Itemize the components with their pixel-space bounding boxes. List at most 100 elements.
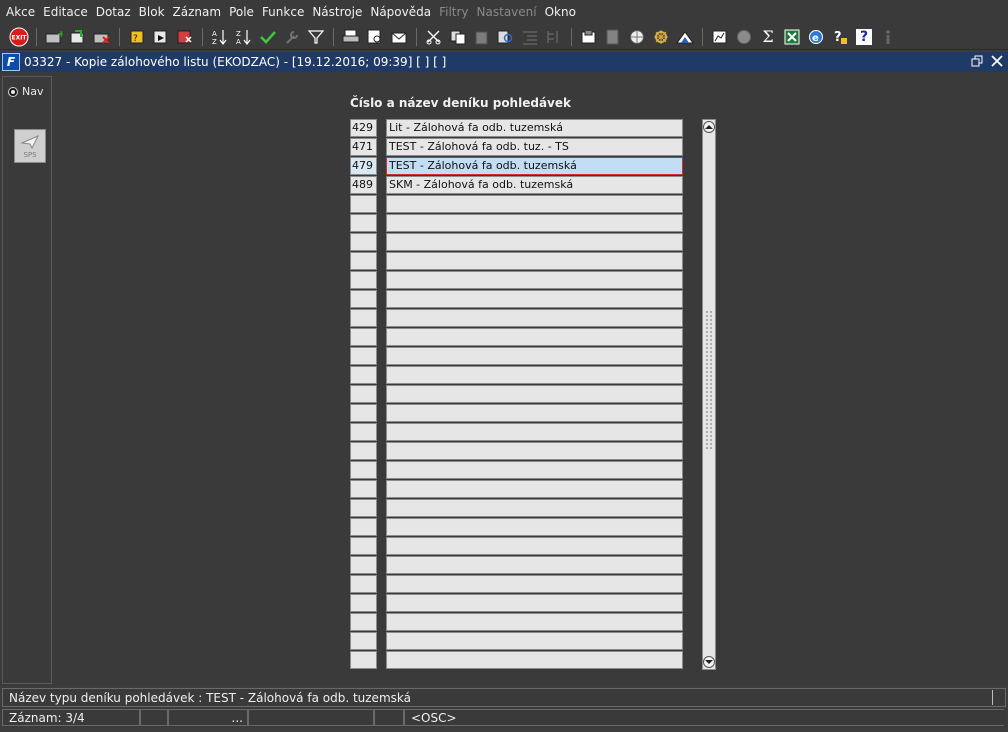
journal-name-field[interactable] — [386, 575, 683, 593]
vertical-scrollbar[interactable] — [702, 119, 716, 670]
menu-item[interactable]: Nastavení — [475, 5, 543, 19]
journal-name-field[interactable]: SKM - Zálohová fa odb. tuzemská — [386, 176, 683, 194]
mail-icon[interactable] — [388, 26, 410, 48]
table-row[interactable] — [350, 556, 684, 574]
journal-number-field[interactable] — [350, 214, 377, 232]
journal-number-field[interactable] — [350, 328, 377, 346]
journal-number-field[interactable]: 429 — [350, 119, 377, 137]
radio-selected-icon[interactable] — [8, 86, 18, 97]
clock-icon[interactable] — [733, 26, 755, 48]
table-row[interactable] — [350, 347, 684, 365]
pyramid-icon[interactable] — [674, 26, 696, 48]
journal-number-field[interactable] — [350, 575, 377, 593]
journal-name-field[interactable] — [386, 423, 683, 441]
table-row[interactable] — [350, 518, 684, 536]
journal-number-field[interactable] — [350, 594, 377, 612]
tree-icon[interactable] — [543, 26, 565, 48]
print-preview-icon[interactable] — [364, 26, 386, 48]
journal-name-field[interactable] — [386, 632, 683, 650]
menu-item[interactable]: Pole — [227, 5, 260, 19]
journal-number-field[interactable]: 489 — [350, 176, 377, 194]
table-row[interactable] — [350, 651, 684, 669]
help-icon[interactable]: ? — [853, 26, 875, 48]
table-row[interactable] — [350, 214, 684, 232]
table-row[interactable] — [350, 233, 684, 251]
attachment-icon[interactable] — [578, 26, 600, 48]
journal-number-field[interactable]: 471 — [350, 138, 377, 156]
journal-number-field[interactable] — [350, 271, 377, 289]
menu-item[interactable]: Okno — [543, 5, 582, 19]
journal-number-field[interactable] — [350, 385, 377, 403]
journal-number-field[interactable] — [350, 499, 377, 517]
journal-name-field[interactable] — [386, 309, 683, 327]
journal-number-field[interactable] — [350, 423, 377, 441]
close-icon[interactable] — [990, 53, 1004, 69]
table-row[interactable] — [350, 461, 684, 479]
table-row[interactable]: 479 TEST - Zálohová fa odb. tuzemská — [350, 157, 684, 175]
table-row[interactable] — [350, 366, 684, 384]
menu-item[interactable]: Nástroje — [310, 5, 368, 19]
table-row[interactable] — [350, 594, 684, 612]
table-row[interactable] — [350, 575, 684, 593]
journal-number-field[interactable] — [350, 632, 377, 650]
table-row[interactable] — [350, 309, 684, 327]
journal-name-field[interactable] — [386, 290, 683, 308]
table-row[interactable] — [350, 613, 684, 631]
journal-number-field[interactable] — [350, 195, 377, 213]
journal-number-field[interactable] — [350, 404, 377, 422]
journal-name-field[interactable] — [386, 385, 683, 403]
table-row[interactable] — [350, 480, 684, 498]
excel-icon[interactable] — [781, 26, 803, 48]
table-row[interactable] — [350, 271, 684, 289]
document-icon[interactable] — [602, 26, 624, 48]
table-row[interactable] — [350, 442, 684, 460]
journal-name-field[interactable]: Lit - Zálohová fa odb. tuzemská — [386, 119, 683, 137]
journal-name-field[interactable] — [386, 347, 683, 365]
helm-icon[interactable] — [650, 26, 672, 48]
scrollbar-grip[interactable] — [705, 310, 713, 450]
table-row[interactable] — [350, 328, 684, 346]
journal-name-field[interactable] — [386, 233, 683, 251]
journal-number-field[interactable] — [350, 480, 377, 498]
list-indent-icon[interactable] — [519, 26, 541, 48]
journal-number-field[interactable] — [350, 252, 377, 270]
menu-item[interactable]: Filtry — [437, 5, 474, 19]
table-row[interactable] — [350, 423, 684, 441]
journal-number-field[interactable] — [350, 461, 377, 479]
journal-number-field[interactable] — [350, 233, 377, 251]
journal-name-field[interactable] — [386, 537, 683, 555]
table-row[interactable]: 489 SKM - Zálohová fa odb. tuzemská — [350, 176, 684, 194]
table-row[interactable]: 429 Lit - Zálohová fa odb. tuzemská — [350, 119, 684, 137]
exit-icon[interactable]: EXIT — [8, 26, 30, 48]
table-row[interactable] — [350, 195, 684, 213]
query-enter-icon[interactable]: ? — [126, 26, 148, 48]
journal-name-field[interactable] — [386, 404, 683, 422]
context-help-icon[interactable]: ? — [829, 26, 851, 48]
journal-name-field[interactable] — [386, 556, 683, 574]
journal-name-field[interactable] — [386, 328, 683, 346]
journal-number-field[interactable] — [350, 613, 377, 631]
journal-name-field[interactable] — [386, 442, 683, 460]
table-row[interactable] — [350, 632, 684, 650]
scroll-up-button[interactable] — [703, 120, 715, 134]
journal-name-field[interactable] — [386, 613, 683, 631]
journal-number-field[interactable] — [350, 366, 377, 384]
filter-icon[interactable] — [305, 26, 327, 48]
journal-name-field[interactable] — [386, 480, 683, 498]
find-icon[interactable] — [495, 26, 517, 48]
journal-name-field[interactable]: TEST - Zálohová fa odb. tuzemská — [386, 157, 683, 175]
scroll-down-button[interactable] — [703, 655, 715, 669]
journal-number-field[interactable] — [350, 442, 377, 460]
journal-number-field[interactable] — [350, 651, 377, 669]
journal-name-field[interactable] — [386, 271, 683, 289]
table-row[interactable] — [350, 537, 684, 555]
journal-name-field[interactable] — [386, 594, 683, 612]
globe-icon[interactable] — [626, 26, 648, 48]
journal-number-field[interactable]: 479 — [350, 157, 377, 175]
journal-name-field[interactable] — [386, 651, 683, 669]
check-icon[interactable] — [257, 26, 279, 48]
menu-item[interactable]: Dotaz — [94, 5, 137, 19]
restore-icon[interactable] — [970, 53, 984, 69]
sps-button[interactable]: SPS — [14, 129, 46, 163]
menu-item[interactable]: Blok — [137, 5, 171, 19]
